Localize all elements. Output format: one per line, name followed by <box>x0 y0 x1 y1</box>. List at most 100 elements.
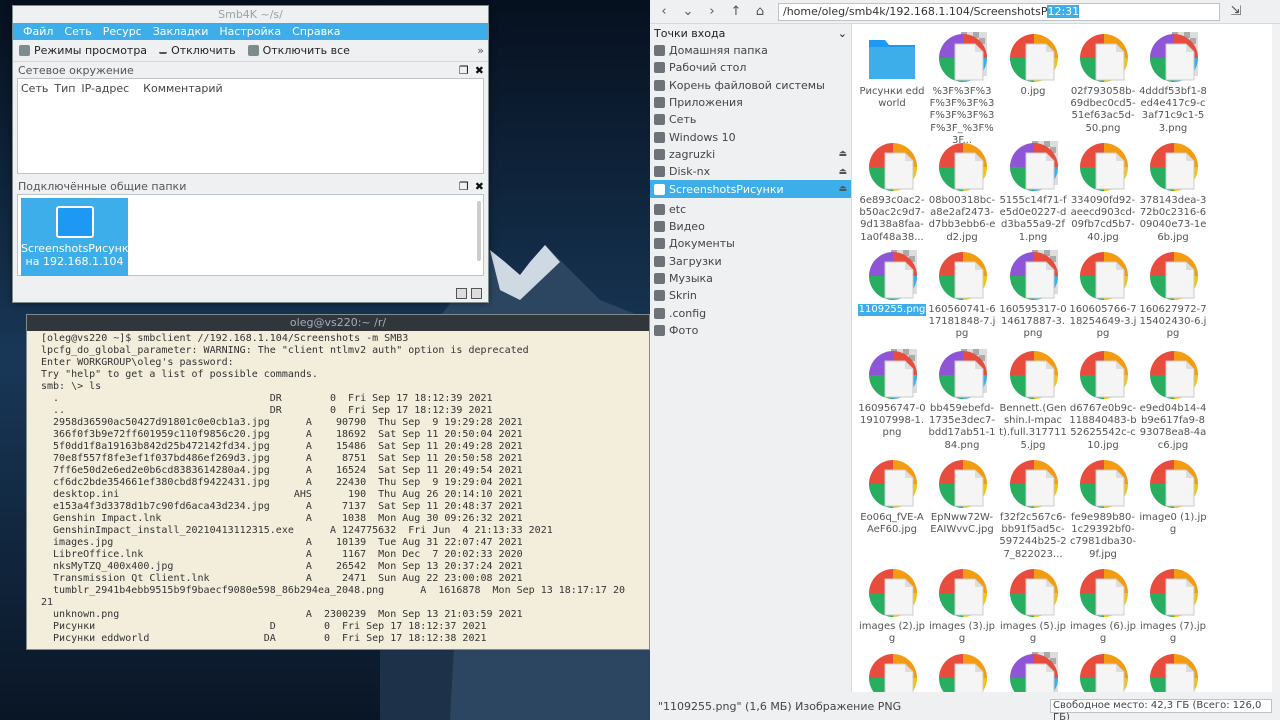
location-bar[interactable]: /home/oleg/smb4k/192.168.1.104/Screensho… <box>778 2 1220 21</box>
close-icon[interactable]: ✖ <box>475 64 484 77</box>
file-item[interactable]: 4dddf53bf1-8ed4e417c9-c3af71c9c1-53.png <box>1139 28 1207 135</box>
view-modes-button[interactable]: Режимы просмотра <box>19 44 147 57</box>
place-item[interactable]: Приложения <box>650 94 851 111</box>
image-thumbnail-icon <box>935 565 989 619</box>
file-item[interactable]: images (5).jpg <box>999 563 1067 645</box>
place-item[interactable]: Disk-nx ⏏ <box>650 163 851 180</box>
file-grid[interactable]: Рисунки eddworld %3F%3F%3F%3F%3F%3F%3F%3F… <box>858 24 1276 692</box>
unmount-button[interactable]: Отключить <box>159 44 236 57</box>
file-item[interactable] <box>858 648 926 692</box>
file-item[interactable]: images (7).jpg <box>1139 563 1207 645</box>
file-manager-window: ‹ ⌄ › ↑ ⌂ /home/oleg/smb4k/192.168.1.104… <box>650 0 1280 720</box>
place-item[interactable]: .config <box>650 304 851 321</box>
file-item[interactable]: 160595317-014617887-3.png <box>999 246 1067 341</box>
file-item[interactable]: 02f793058b-69dbec0cd5-51ef63ac5d-50.png <box>1069 28 1137 135</box>
menu-help[interactable]: Справка <box>292 25 340 38</box>
file-item[interactable]: image0 (1).jpg <box>1139 454 1207 536</box>
file-item[interactable]: 160605766-718254649-3.jpg <box>1069 246 1137 341</box>
file-item[interactable] <box>928 648 996 692</box>
chevron-down-icon[interactable]: ⌄ <box>838 27 847 40</box>
float-icon[interactable]: ❐ <box>459 180 469 193</box>
eject-icon[interactable]: ⏏ <box>838 149 847 159</box>
window-icon[interactable] <box>471 288 482 299</box>
place-item[interactable]: Музыка <box>650 270 851 287</box>
menu-bookmarks[interactable]: Закладки <box>153 25 209 38</box>
toolbar-overflow-button[interactable]: » <box>477 44 484 57</box>
file-item[interactable]: images (6).jpg <box>1069 563 1137 645</box>
place-item[interactable]: Корень файловой системы <box>650 77 851 94</box>
file-item[interactable]: fe9e989b80-1c29392bf0-c7981dba30-9f.jpg <box>1069 454 1137 561</box>
menu-network[interactable]: Сеть <box>64 25 91 38</box>
file-name: 378143dea-372b0c2316-609040e73-1e6b.jpg <box>1139 195 1207 243</box>
home-icon[interactable]: ⌂ <box>752 4 768 20</box>
history-chevron-icon[interactable]: ⌄ <box>680 4 696 20</box>
scrollbar[interactable] <box>1272 24 1280 692</box>
place-item[interactable]: etc <box>650 201 851 218</box>
file-item[interactable]: EpNww72W-EAIWvvC.jpg <box>928 454 996 536</box>
place-item[interactable]: Документы <box>650 235 851 252</box>
place-item[interactable]: Фото <box>650 322 851 339</box>
file-item[interactable]: Eo06q_fVE-AAeF60.jpg <box>858 454 926 536</box>
file-item[interactable]: 1109255.png <box>858 246 926 317</box>
place-item[interactable]: Загрузки <box>650 253 851 270</box>
column-ip[interactable]: IP-адрес <box>81 82 129 95</box>
file-item[interactable] <box>1139 648 1207 692</box>
file-item[interactable]: f32f2c567c6-bb91f5ad5c-597244b25-27_8220… <box>999 454 1067 561</box>
forward-icon[interactable]: › <box>704 4 720 20</box>
place-label: ScreenshotsРисунки <box>669 182 784 196</box>
network-tree[interactable]: Сеть Тип IP-адрес Комментарий <box>17 78 484 174</box>
image-thumbnail-icon <box>865 347 919 401</box>
file-item[interactable]: images (2).jpg <box>858 563 926 645</box>
menu-resource[interactable]: Ресурс <box>103 25 142 38</box>
drive-icon <box>654 148 665 160</box>
place-item[interactable]: Skrin <box>650 287 851 304</box>
column-type[interactable]: Тип <box>54 82 75 95</box>
place-item[interactable]: ScreenshotsРисунки ⏏ <box>650 180 851 198</box>
float-icon[interactable]: ❐ <box>459 64 469 77</box>
file-item[interactable]: Bennett.(Genshin.I-mpact).full.3177115.j… <box>999 345 1067 452</box>
unmount-all-button[interactable]: Отключить все <box>247 44 350 57</box>
eject-icon[interactable]: ⏏ <box>838 167 847 177</box>
file-item[interactable]: d6767e0b9c-118840483-b52625542c-c10.jpg <box>1069 345 1137 452</box>
terminal-window[interactable]: oleg@vs220:~ /r/ [oleg@vs220 ~]$ smbclie… <box>26 314 650 650</box>
terminal-output[interactable]: [oleg@vs220 ~]$ smbclient //192.168.1.10… <box>27 331 649 645</box>
network-folder-icon <box>55 206 94 238</box>
close-icon[interactable]: ✖ <box>475 180 484 193</box>
file-item[interactable]: 160956747-019107998-1.png <box>858 345 926 440</box>
column-network[interactable]: Сеть <box>21 82 48 95</box>
places-header[interactable]: Точки входа ⌄ <box>650 24 851 42</box>
menu-settings[interactable]: Настройка <box>219 25 281 38</box>
up-icon[interactable]: ↑ <box>728 4 744 20</box>
folder-item[interactable]: Рисунки eddworld <box>858 28 926 110</box>
file-item[interactable]: 6e893c0ac2-b50ac2c9d7-9d138a8faa-1a0f48a… <box>858 137 926 244</box>
file-item[interactable]: 334090fd92-aeecd903cd-09fb7cd5b7-40.jpg <box>1069 137 1137 244</box>
file-item[interactable]: 0.jpg <box>999 28 1067 98</box>
file-item[interactable]: 378143dea-372b0c2316-609040e73-1e6b.jpg <box>1139 137 1207 244</box>
file-item[interactable]: images (3).jpg <box>928 563 996 645</box>
place-item[interactable]: Домашняя папка <box>650 42 851 59</box>
menu-file[interactable]: Файл <box>23 25 53 38</box>
file-item[interactable]: 160627972-715402430-6.jpg <box>1139 246 1207 341</box>
eject-icon[interactable]: ⏏ <box>838 184 847 194</box>
file-item[interactable]: e9ed04b14-4b9e617fa9-893078ea8-4ac6.jpg <box>1139 345 1207 452</box>
mounted-shares-view[interactable]: ScreenshotsРисунки на 192.168.1.104 <box>17 194 484 276</box>
place-item[interactable]: Видео <box>650 218 851 235</box>
screen-icon[interactable] <box>456 288 467 299</box>
image-thumbnail-icon <box>1076 456 1130 510</box>
share-item[interactable]: ScreenshotsРисунки на 192.168.1.104 <box>21 198 136 276</box>
file-item[interactable]: 08b00318bc-a8e2af2473-d7bb3ebb6-ed2.jpg <box>928 137 996 244</box>
file-item[interactable]: 5155c14f71-fe5d0e0227-dd3ba55a9-2f1.png <box>999 137 1067 244</box>
place-item[interactable]: Windows 10 <box>650 128 851 145</box>
place-item[interactable]: Рабочий стол <box>650 59 851 76</box>
location-toggle-icon[interactable]: ⇲ <box>1228 4 1244 20</box>
file-item[interactable]: %3F%3F%3F%3F%3F%3F%3F%3F%3F%3F_%3F%3F... <box>928 28 996 147</box>
file-item[interactable] <box>1069 648 1137 692</box>
place-item[interactable]: Сеть <box>650 111 851 128</box>
scrollbar[interactable] <box>477 201 481 261</box>
back-icon[interactable]: ‹ <box>656 4 672 20</box>
file-item[interactable] <box>999 648 1067 692</box>
place-item[interactable]: zagruzki ⏏ <box>650 146 851 163</box>
file-item[interactable]: bb459ebefd-1735e3dec7-bdd17ab51-184.png <box>928 345 996 452</box>
column-comment[interactable]: Комментарий <box>143 82 223 95</box>
file-item[interactable]: 160560741-617181848-7.jpg <box>928 246 996 341</box>
